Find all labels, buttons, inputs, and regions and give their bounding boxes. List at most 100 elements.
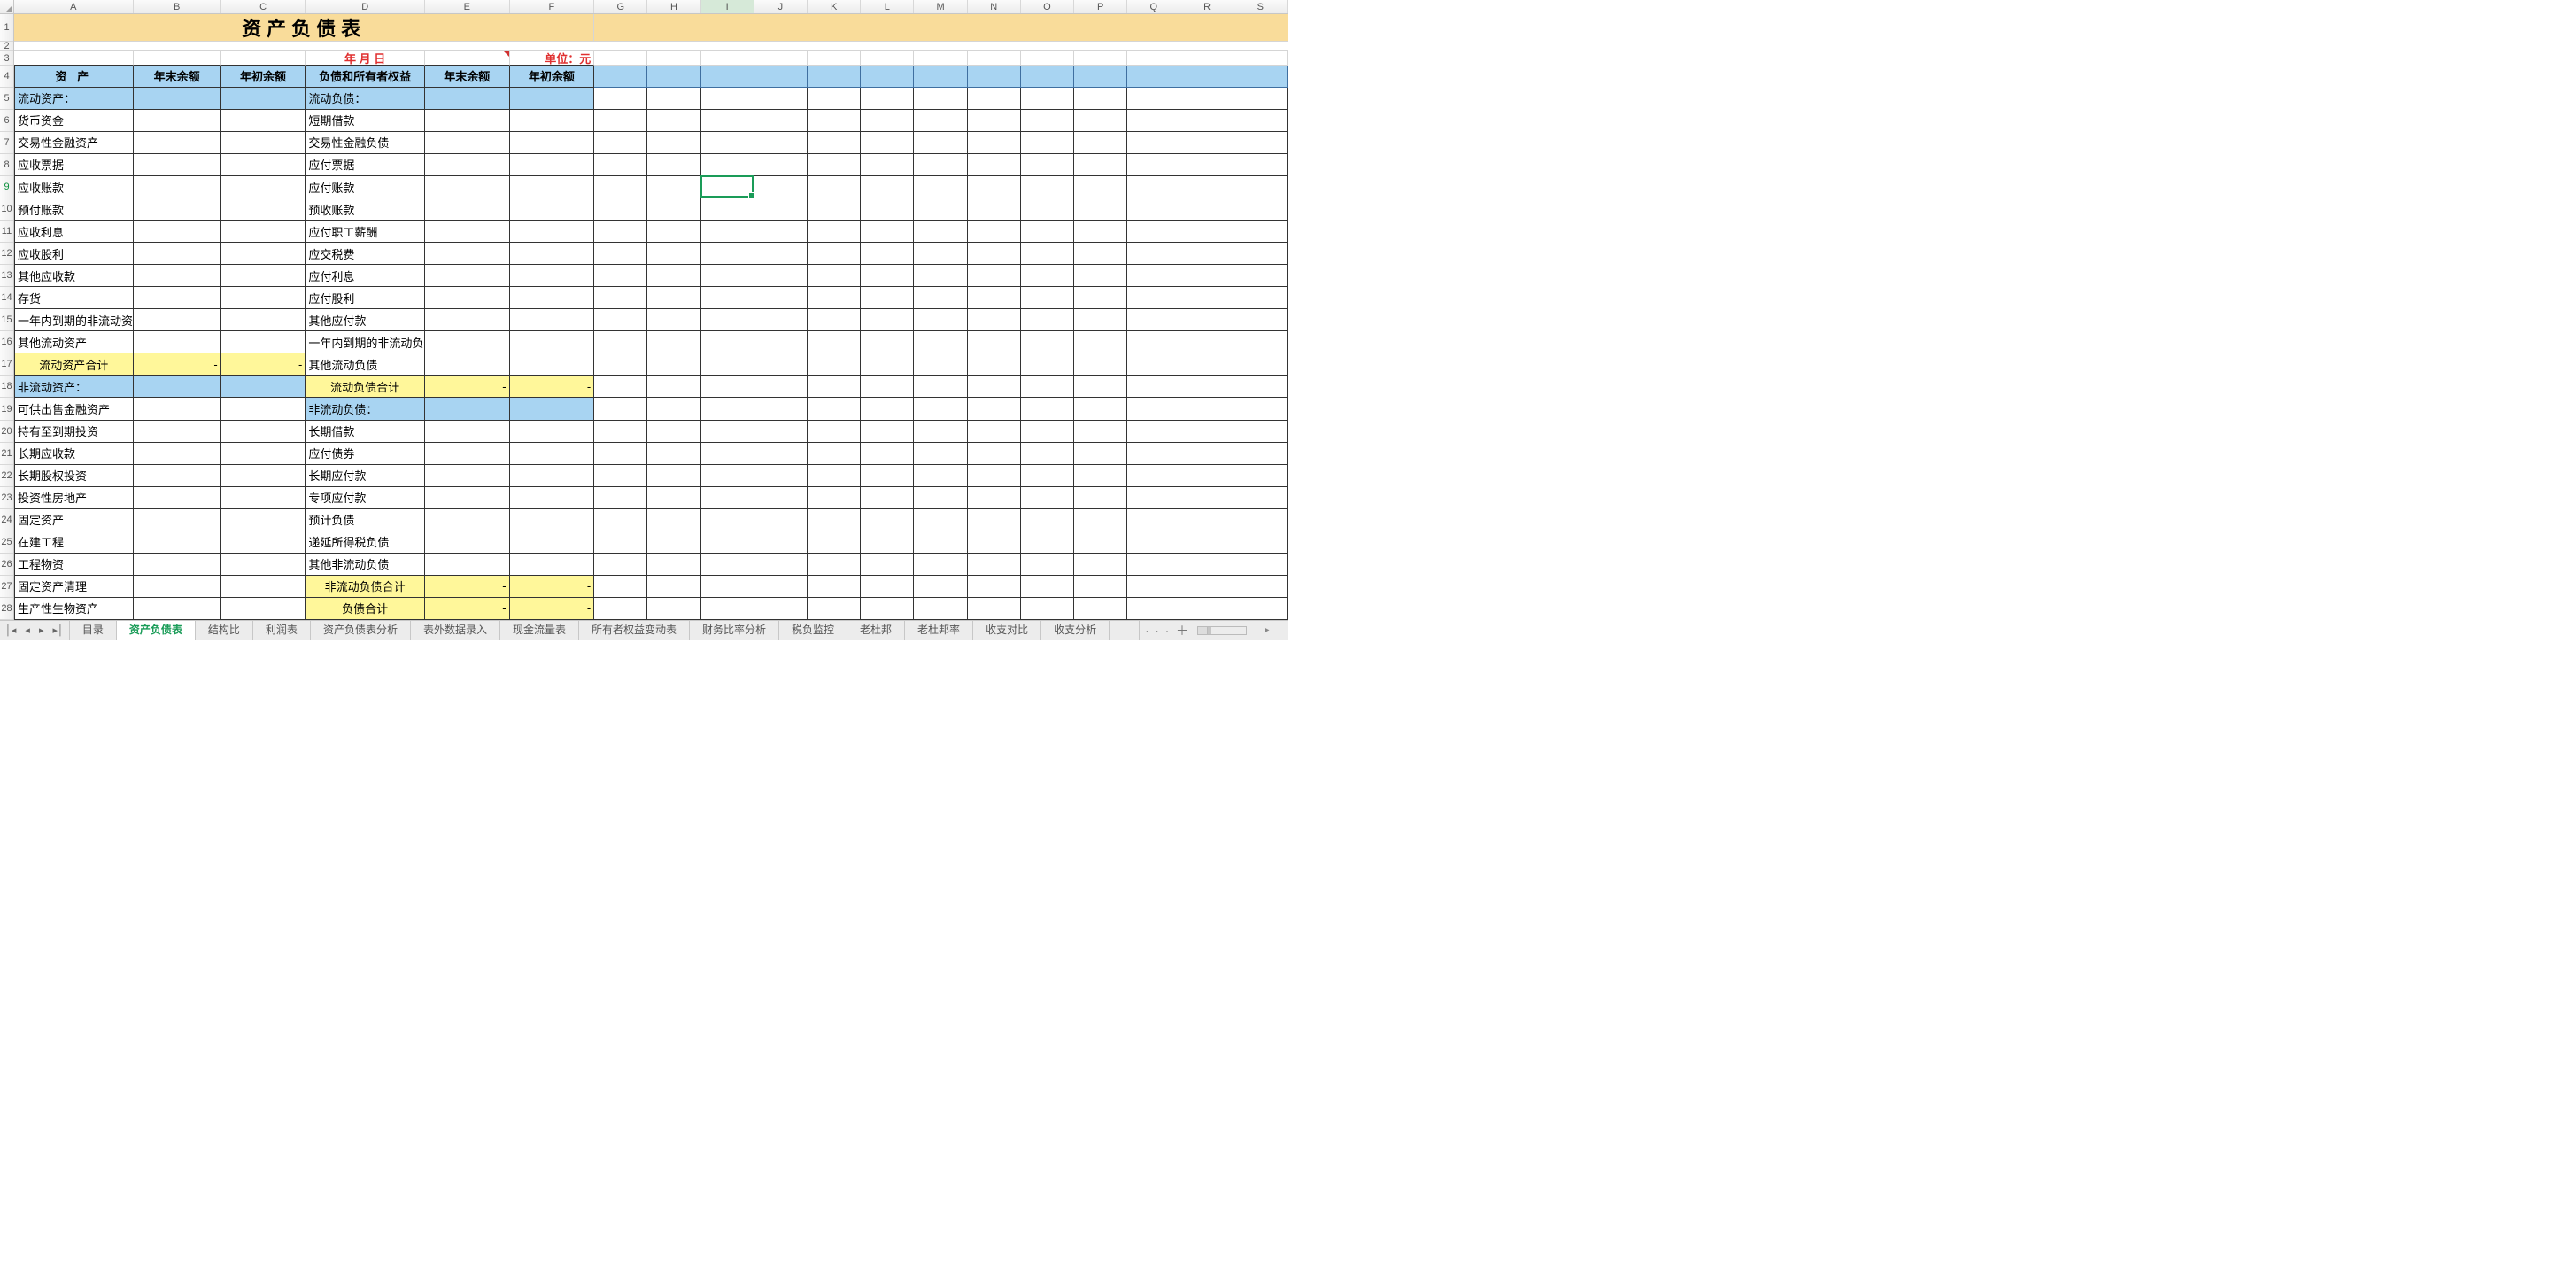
cell-G13[interactable]: [594, 265, 647, 287]
cell-blank[interactable]: [647, 42, 700, 52]
cell-A26[interactable]: 工程物资: [14, 554, 134, 576]
cell-A5[interactable]: 流动资产：: [14, 88, 134, 110]
column-header-Q[interactable]: Q: [1127, 0, 1180, 13]
cell-I8[interactable]: [701, 154, 754, 176]
cell-G11[interactable]: [594, 221, 647, 243]
cell-D21[interactable]: 应付债券: [306, 443, 425, 465]
cell-B8[interactable]: [134, 154, 221, 176]
cell-L9[interactable]: [861, 176, 914, 198]
cell-R26[interactable]: [1180, 554, 1234, 576]
cell-S22[interactable]: [1234, 465, 1288, 487]
cell-G14[interactable]: [594, 287, 647, 309]
cell-blank[interactable]: [425, 42, 510, 52]
cell-N15[interactable]: [968, 309, 1021, 331]
cell-E24[interactable]: [425, 509, 510, 531]
cell-S6[interactable]: [1234, 110, 1288, 132]
cell-O18[interactable]: [1021, 376, 1074, 398]
cell-D10[interactable]: 预收账款: [306, 198, 425, 221]
cell-K20[interactable]: [808, 421, 861, 443]
cell-I6[interactable]: [701, 110, 754, 132]
cell-C13[interactable]: [221, 265, 306, 287]
cell-J19[interactable]: [754, 398, 808, 420]
cell-I25[interactable]: [701, 531, 754, 554]
cell-blank[interactable]: [914, 66, 967, 88]
cell-S10[interactable]: [1234, 198, 1288, 221]
cell-P23[interactable]: [1074, 487, 1127, 509]
cell-G5[interactable]: [594, 88, 647, 110]
cell-B23[interactable]: [134, 487, 221, 509]
cell-D27[interactable]: 非流动负债合计: [306, 576, 425, 598]
cell-P17[interactable]: [1074, 353, 1127, 376]
tab-nav-last-icon[interactable]: ▸│: [52, 624, 63, 636]
cell-Q27[interactable]: [1127, 576, 1180, 598]
cell-A25[interactable]: 在建工程: [14, 531, 134, 554]
cell-G8[interactable]: [594, 154, 647, 176]
row-header-2[interactable]: 2: [0, 42, 13, 52]
cell-M26[interactable]: [914, 554, 967, 576]
cell-O22[interactable]: [1021, 465, 1074, 487]
cell-B13[interactable]: [134, 265, 221, 287]
cell-J26[interactable]: [754, 554, 808, 576]
cell-B14[interactable]: [134, 287, 221, 309]
cell-M12[interactable]: [914, 243, 967, 265]
cell-B19[interactable]: [134, 398, 221, 420]
cell-J9[interactable]: [754, 176, 808, 198]
cell-O27[interactable]: [1021, 576, 1074, 598]
row-header-13[interactable]: 13: [0, 265, 13, 287]
row-header-26[interactable]: 26: [0, 554, 13, 576]
cell-P27[interactable]: [1074, 576, 1127, 598]
cell-blank[interactable]: [808, 42, 861, 52]
cell-O20[interactable]: [1021, 421, 1074, 443]
cell-B24[interactable]: [134, 509, 221, 531]
cell-blank[interactable]: [306, 42, 425, 52]
cell-Q24[interactable]: [1127, 509, 1180, 531]
cell-K17[interactable]: [808, 353, 861, 376]
cell-blank[interactable]: [1021, 51, 1074, 65]
cell-L23[interactable]: [861, 487, 914, 509]
cell-blank[interactable]: [861, 42, 914, 52]
cell-blank[interactable]: [968, 66, 1021, 88]
row-header-5[interactable]: 5: [0, 88, 13, 110]
row-header-15[interactable]: 15: [0, 309, 13, 331]
cell-L27[interactable]: [861, 576, 914, 598]
cell-I22[interactable]: [701, 465, 754, 487]
row-header-19[interactable]: 19: [0, 398, 13, 420]
cell-D26[interactable]: 其他非流动负债: [306, 554, 425, 576]
cell-L7[interactable]: [861, 132, 914, 154]
cell-L24[interactable]: [861, 509, 914, 531]
cell-D9[interactable]: 应付账款: [306, 176, 425, 198]
cell-C15[interactable]: [221, 309, 306, 331]
cell-blank[interactable]: [968, 14, 1021, 42]
cell-D14[interactable]: 应付股利: [306, 287, 425, 309]
cell-J12[interactable]: [754, 243, 808, 265]
cell-I5[interactable]: [701, 88, 754, 110]
cell-D15[interactable]: 其他应付款: [306, 309, 425, 331]
cell-S9[interactable]: [1234, 176, 1288, 198]
cell-F14[interactable]: [510, 287, 595, 309]
row-header-3[interactable]: 3: [0, 51, 13, 65]
row-header-4[interactable]: 4: [0, 66, 13, 88]
cell-N13[interactable]: [968, 265, 1021, 287]
date-label[interactable]: 年 月 日: [306, 51, 425, 65]
cell-B5[interactable]: [134, 88, 221, 110]
cell-B25[interactable]: [134, 531, 221, 554]
cell-R17[interactable]: [1180, 353, 1234, 376]
cell-F25[interactable]: [510, 531, 595, 554]
cell-H25[interactable]: [647, 531, 700, 554]
sheet-tab-5[interactable]: 表外数据录入: [411, 621, 500, 640]
cell-D17[interactable]: 其他流动负债: [306, 353, 425, 376]
cell-N12[interactable]: [968, 243, 1021, 265]
cell-blank[interactable]: [1074, 66, 1127, 88]
cell-P11[interactable]: [1074, 221, 1127, 243]
cell-B12[interactable]: [134, 243, 221, 265]
cell-N7[interactable]: [968, 132, 1021, 154]
sheet-tab-6[interactable]: 现金流量表: [500, 621, 579, 640]
cell-L16[interactable]: [861, 331, 914, 353]
cell-E9[interactable]: [425, 176, 510, 198]
cell-blank[interactable]: [14, 42, 134, 52]
cell-G24[interactable]: [594, 509, 647, 531]
cell-E8[interactable]: [425, 154, 510, 176]
cell-S18[interactable]: [1234, 376, 1288, 398]
cell-D13[interactable]: 应付利息: [306, 265, 425, 287]
cell-H28[interactable]: [647, 598, 700, 620]
